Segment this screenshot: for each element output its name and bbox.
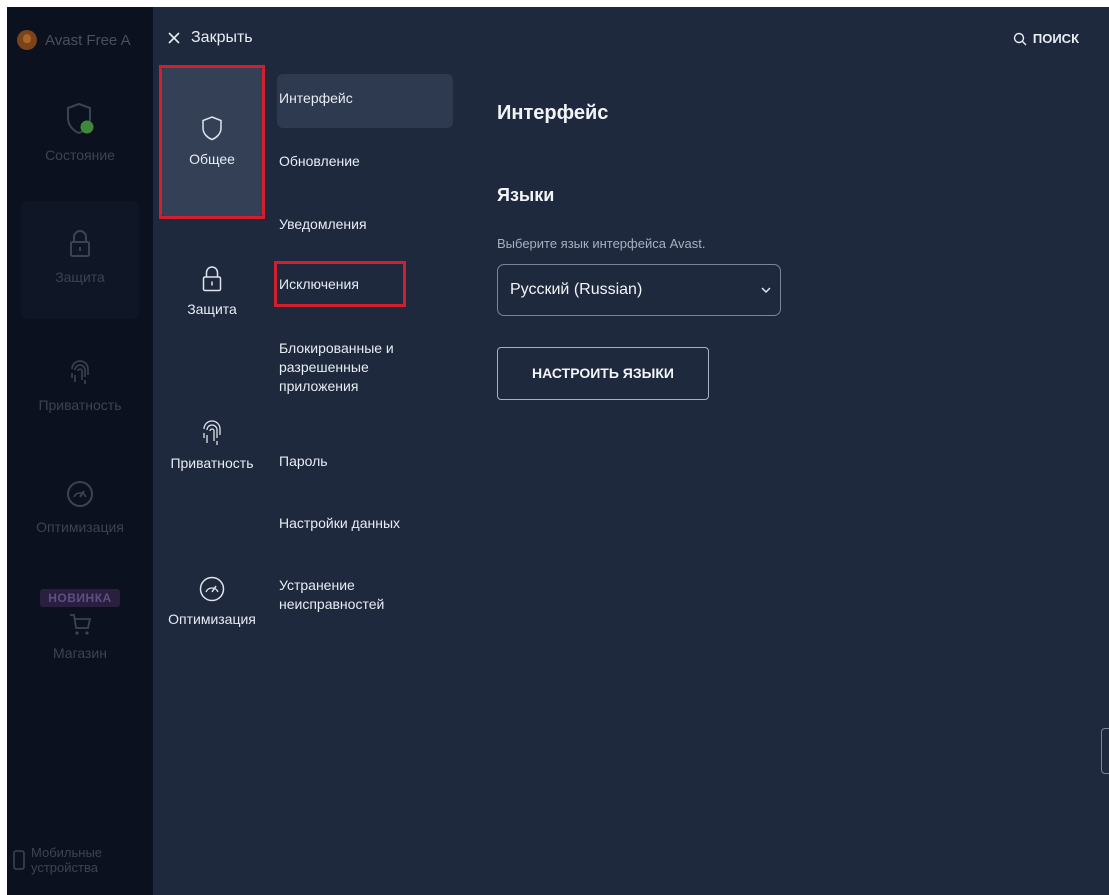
subnav-exceptions[interactable]: Исключения <box>277 275 453 294</box>
bg-nav-label: Защита <box>55 269 105 285</box>
subnav-label-line: Блокированные и <box>279 340 394 356</box>
category-label: Защита <box>187 301 237 317</box>
cart-icon <box>70 614 92 635</box>
category-label: Приватность <box>170 455 254 471</box>
language-select[interactable]: Русский (Russian) <box>497 264 781 316</box>
app-title-bar: Avast Free A <box>17 27 131 53</box>
subnav-interface[interactable]: Интерфейс <box>277 74 453 128</box>
category-privacy[interactable]: Приватность <box>157 417 267 471</box>
subnav-troubleshooting[interactable]: Устранение неисправностей <box>277 576 453 614</box>
speedometer-icon <box>67 481 93 507</box>
scroll-handle[interactable] <box>1101 728 1109 774</box>
bg-nav-label: Мобильные <box>31 845 103 860</box>
subnav-label: Обновление <box>279 153 360 169</box>
category-protection[interactable]: Защита <box>161 265 263 317</box>
configure-languages-button[interactable]: НАСТРОИТЬ ЯЗЫКИ <box>497 347 709 400</box>
app-window: Avast Free A Состояние Защита Приватност… <box>7 7 1109 895</box>
avast-logo-icon <box>17 30 37 50</box>
subnav-data-settings[interactable]: Настройки данных <box>277 514 453 533</box>
bg-nav-optimization: Оптимизация <box>7 479 153 535</box>
language-description: Выберите язык интерфейса Avast. <box>497 236 706 251</box>
bg-nav-privacy: Приватность <box>7 357 153 413</box>
subnav-label: Пароль <box>279 453 328 469</box>
bg-nav-label: Оптимизация <box>36 519 124 535</box>
subnav-label: Интерфейс <box>279 90 353 106</box>
shield-check-icon <box>67 102 94 135</box>
close-button[interactable]: Закрыть <box>167 29 253 47</box>
page-title: Интерфейс <box>497 102 609 124</box>
bg-nav-label: Приватность <box>38 397 122 413</box>
subnav-update[interactable]: Обновление <box>277 152 453 171</box>
category-general[interactable]: Общее <box>161 67 263 217</box>
section-title: Языки <box>497 185 555 205</box>
settings-topbar: Закрыть ПОИСК <box>153 7 1109 69</box>
category-label: Оптимизация <box>168 611 256 627</box>
settings-panel: Закрыть ПОИСК Общее Защита Приватность О… <box>153 7 1109 895</box>
subnav-label: Настройки данных <box>279 515 401 531</box>
close-label: Закрыть <box>191 29 253 46</box>
bg-nav-protection: Защита <box>21 201 139 319</box>
app-title: Avast Free A <box>45 31 131 49</box>
subnav-label-line: разрешенные <box>279 359 369 375</box>
search-button[interactable]: ПОИСК <box>1013 31 1079 46</box>
subnav-notifications[interactable]: Уведомления <box>277 215 453 234</box>
fingerprint-icon <box>203 420 221 445</box>
subnav-password[interactable]: Пароль <box>277 452 453 471</box>
subnav-label-line: Устранение <box>279 577 355 593</box>
new-badge: НОВИНКА <box>40 589 120 607</box>
bg-nav-status: Состояние <box>7 101 153 163</box>
shield-icon <box>202 116 222 141</box>
background-sidebar: Avast Free A Состояние Защита Приватност… <box>7 7 153 895</box>
language-select-value: Русский (Russian) <box>510 281 643 298</box>
bg-nav-label: устройства <box>31 860 98 875</box>
category-label: Общее <box>189 151 235 167</box>
phone-icon <box>13 850 25 870</box>
lock-icon <box>70 230 90 257</box>
close-icon <box>168 32 180 44</box>
speedometer-icon <box>199 576 225 602</box>
search-label: ПОИСК <box>1032 31 1079 46</box>
subnav-label: Исключения <box>279 276 359 292</box>
bg-nav-label: Состояние <box>45 147 115 163</box>
subnav-label-line: неисправностей <box>279 596 385 612</box>
subnav-blocked-allowed-apps[interactable]: Блокированные и разрешенные приложения <box>277 339 453 396</box>
search-icon <box>1013 32 1027 45</box>
chevron-down-icon <box>761 287 771 293</box>
bg-nav-mobile: Мобильные устройства <box>13 845 102 875</box>
subnav-label: Уведомления <box>279 216 367 232</box>
bg-nav-store: НОВИНКА Магазин <box>7 589 153 661</box>
fingerprint-icon <box>71 360 89 384</box>
lock-icon <box>202 266 222 292</box>
subnav-label-line: приложения <box>279 378 359 394</box>
category-optimization[interactable]: Оптимизация <box>153 575 271 627</box>
bg-nav-label: Магазин <box>52 645 107 661</box>
